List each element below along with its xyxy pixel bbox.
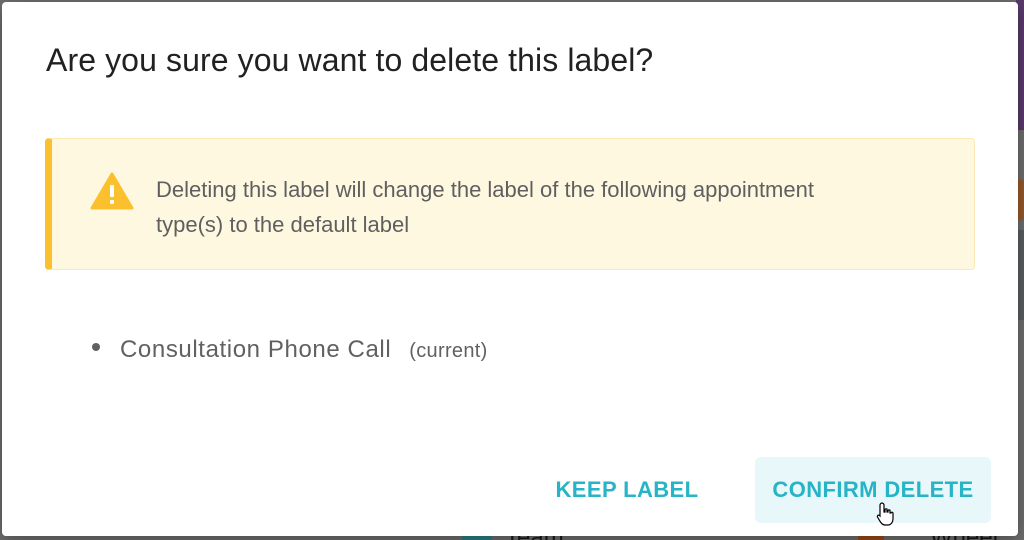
warning-icon — [90, 172, 134, 210]
dialog-title: Are you sure you want to delete this lab… — [46, 42, 654, 78]
keep-label-button[interactable]: KEEP LABEL — [542, 458, 712, 522]
confirm-delete-button[interactable]: CONFIRM DELETE — [755, 457, 991, 523]
current-tag: (current) — [409, 340, 488, 362]
warning-alert: Deleting this label will change the labe… — [45, 138, 975, 270]
appointment-type-list: Consultation Phone Call (current) — [92, 336, 488, 364]
bullet-icon — [92, 343, 100, 351]
appointment-type-name: Consultation Phone Call — [120, 336, 392, 363]
list-item: Consultation Phone Call (current) — [92, 336, 488, 364]
warning-message: Deleting this label will change the labe… — [156, 177, 814, 237]
delete-label-dialog: Are you sure you want to delete this lab… — [2, 2, 1018, 536]
hand-cursor-icon — [876, 502, 894, 526]
